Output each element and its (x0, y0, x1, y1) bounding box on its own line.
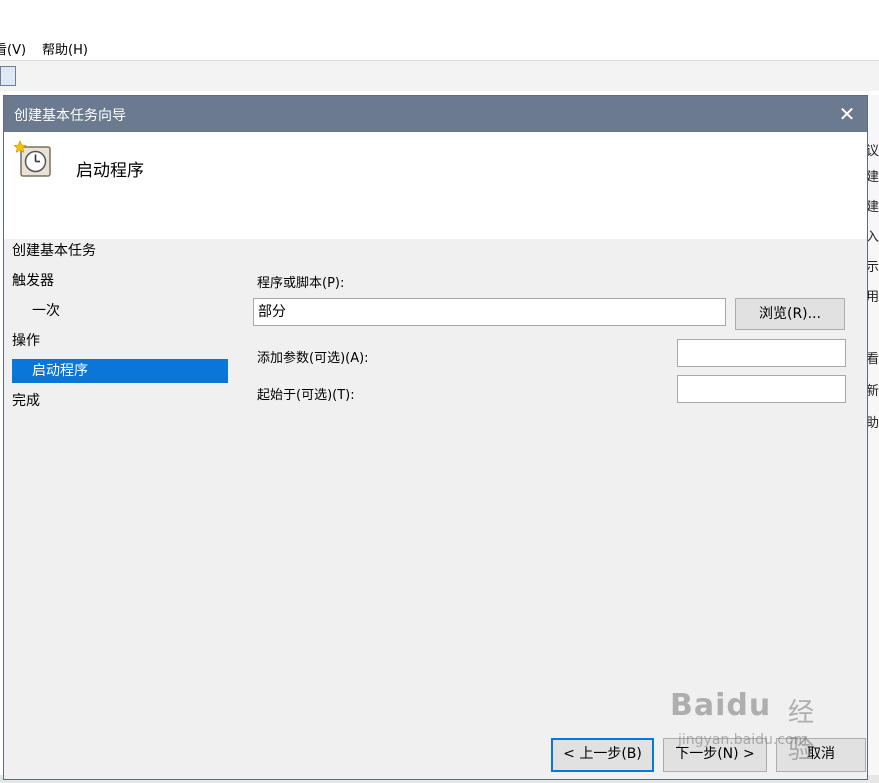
step-start-program[interactable]: 启动程序 (12, 359, 228, 383)
browse-button[interactable]: 浏览(R)... (735, 298, 845, 330)
toolbar-window-icon[interactable] (0, 66, 16, 86)
watermark-suffix: 经验 (788, 698, 815, 765)
close-button[interactable]: ✕ (833, 100, 861, 128)
create-basic-task-dialog: 创建基本任务向导 ✕ 启动程序 创建基本任务 触发器 一次 操作 启动程序 完成… (3, 95, 868, 780)
start-in-input[interactable] (677, 375, 846, 403)
program-input[interactable]: 部分 (253, 298, 726, 326)
background-toolbar (0, 61, 879, 91)
dialog-title: 创建基本任务向导 (14, 108, 126, 124)
wizard-steps-list: 创建基本任务 触发器 一次 操作 启动程序 完成 (4, 239, 234, 779)
watermark-url: jingyan.baidu.com (678, 732, 808, 748)
dialog-titlebar[interactable]: 创建基本任务向导 ✕ (4, 96, 867, 132)
program-label: 程序或脚本(P): (257, 276, 345, 291)
menu-view[interactable]: 看(V) (0, 39, 26, 58)
watermark-logo: Baidu (670, 688, 772, 723)
step-create-basic-task[interactable]: 创建基本任务 (12, 239, 228, 263)
menu-help[interactable]: 帮助(H) (42, 39, 88, 58)
start-in-label: 起始于(可选)(T): (257, 388, 355, 403)
step-once[interactable]: 一次 (12, 299, 228, 323)
step-action[interactable]: 操作 (12, 329, 228, 353)
arguments-label: 添加参数(可选)(A): (257, 351, 369, 366)
task-clock-icon (14, 140, 51, 177)
background-menubar: 看(V) 帮助(H) (0, 34, 879, 61)
wizard-header: 启动程序 (4, 132, 867, 239)
step-finish[interactable]: 完成 (12, 389, 228, 413)
step-trigger[interactable]: 触发器 (12, 269, 228, 293)
back-button[interactable]: < 上一步(B) (551, 738, 654, 772)
page-title: 启动程序 (76, 161, 144, 181)
arguments-input[interactable] (677, 339, 846, 367)
